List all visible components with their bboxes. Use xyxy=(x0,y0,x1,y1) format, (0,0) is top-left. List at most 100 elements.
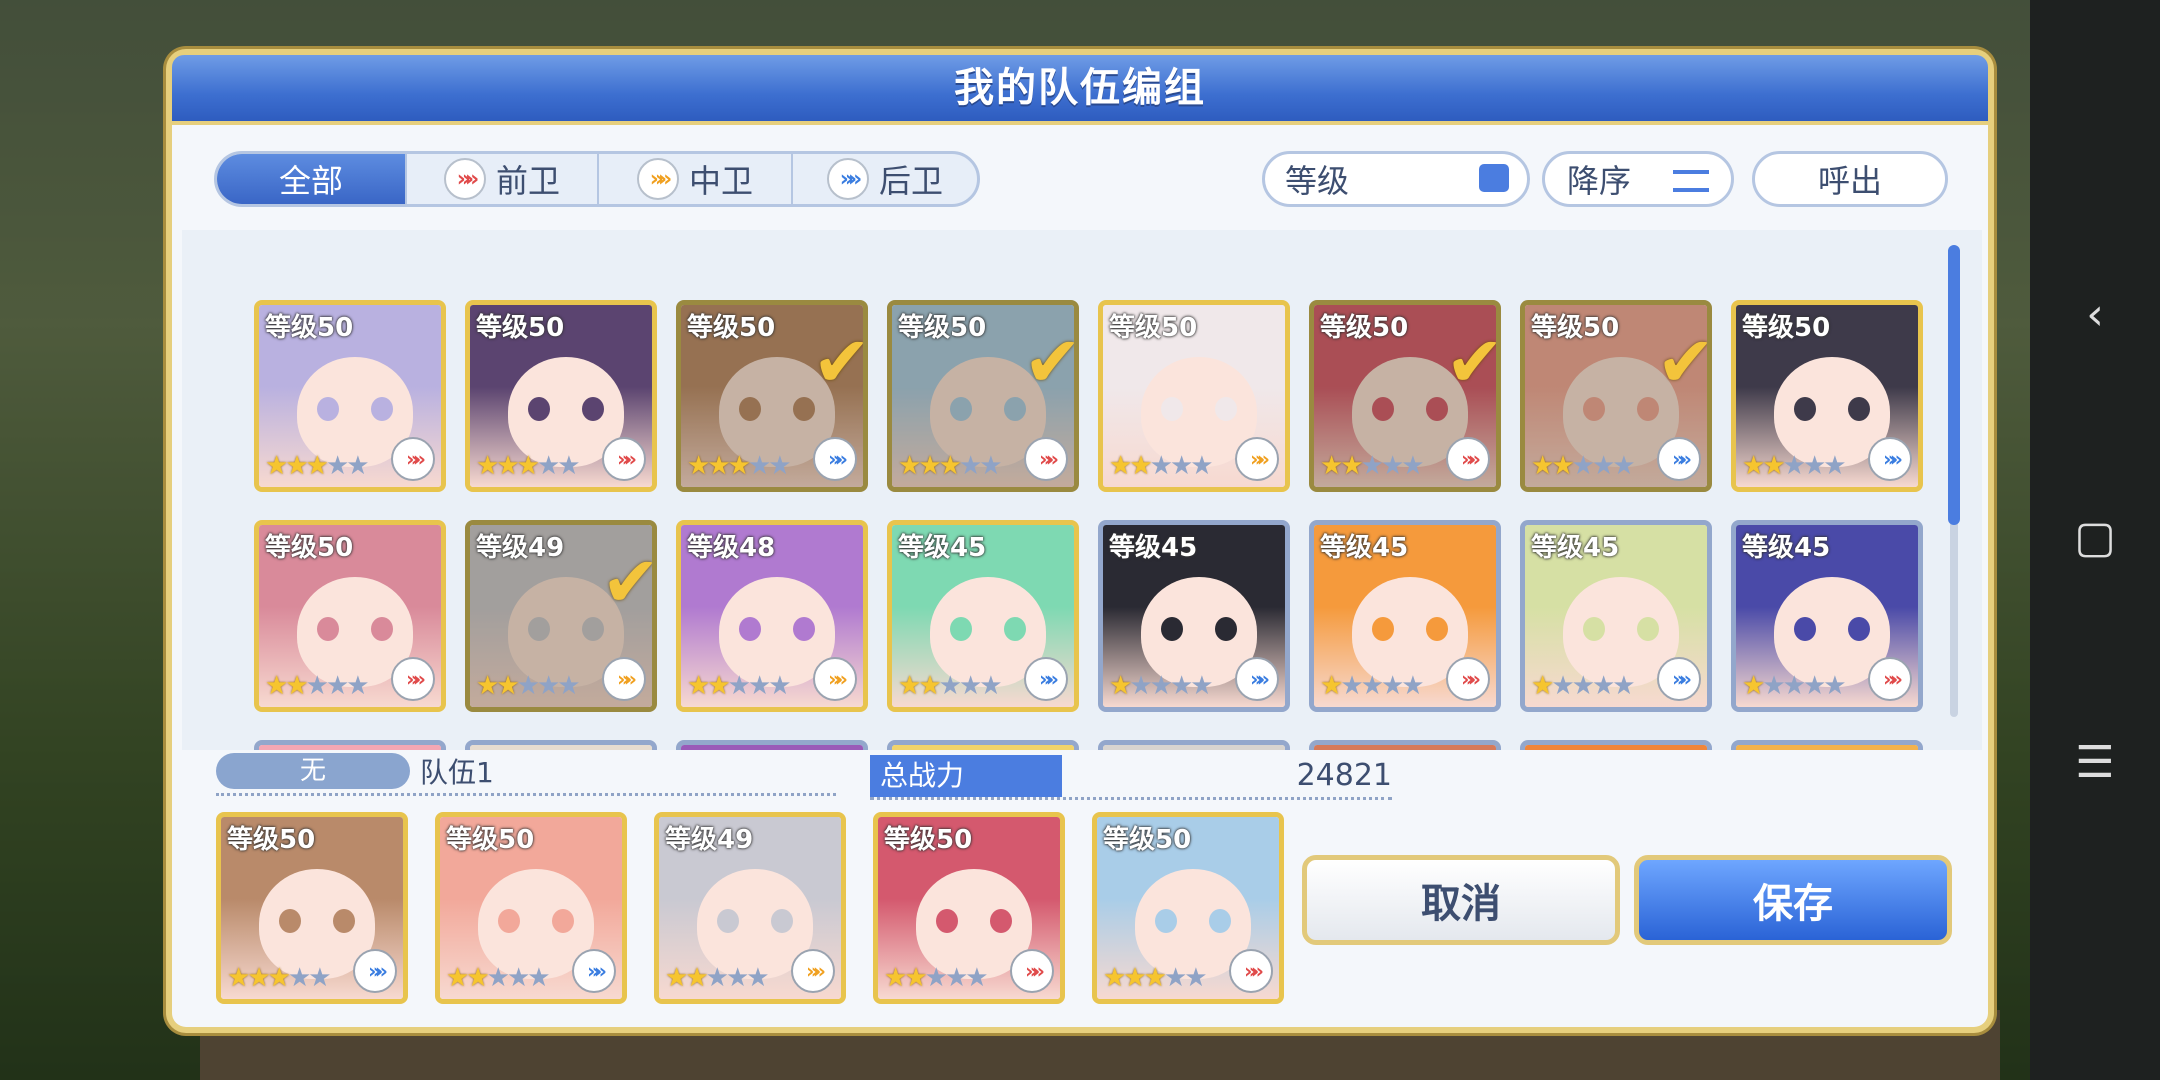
sort-field-button[interactable]: 等级 xyxy=(1262,151,1530,207)
save-button[interactable]: 保存 xyxy=(1634,855,1952,945)
roster-card[interactable]: 等级45 xyxy=(887,740,1079,750)
star-icon: ★ xyxy=(516,451,540,481)
star-rating: ★★★★★ xyxy=(687,451,792,481)
star-rating: ★★★★★ xyxy=(1109,671,1214,701)
roster-card[interactable]: 等级50 ★★★★★»» ✔ xyxy=(1309,300,1501,492)
front-role-icon: »» xyxy=(1446,657,1490,701)
character-eye-right xyxy=(1215,397,1237,421)
sort-order-icon xyxy=(1673,170,1709,192)
roster-card[interactable]: 等级45 xyxy=(676,740,868,750)
star-icon: ★ xyxy=(346,451,369,481)
star-icon: ★ xyxy=(287,963,311,993)
total-power-value: 24821 xyxy=(1296,758,1392,793)
star-icon: ★ xyxy=(979,451,1002,481)
star-icon: ★ xyxy=(1129,671,1152,701)
front-role-icon: »» xyxy=(1868,657,1912,701)
team-member-card[interactable]: 等级50 ★★★★★»» xyxy=(435,812,627,1004)
tab-back-label: 后卫 xyxy=(878,162,943,200)
tab-mid[interactable]: »» 中卫 xyxy=(599,154,793,204)
star-icon: ★ xyxy=(1109,671,1132,701)
cancel-label: 取消 xyxy=(1421,881,1501,927)
call-out-label: 呼出 xyxy=(1817,162,1882,200)
sort-field-icon xyxy=(1479,164,1509,192)
roster-card[interactable]: 等级50 ★★★★★»» xyxy=(254,300,446,492)
star-icon: ★ xyxy=(958,451,982,481)
roster-card[interactable]: 等级50 ★★★★★»» ✔ xyxy=(676,300,868,492)
grid-scrollbar[interactable] xyxy=(1948,245,1960,717)
tab-all[interactable]: 全部 xyxy=(217,154,407,204)
back-icon[interactable]: ‹ xyxy=(2065,285,2125,345)
roster-card[interactable]: 等级50 ★★★★★»» ✔ xyxy=(1520,300,1712,492)
roster-card[interactable]: 等级50 ★★★★★»» xyxy=(254,520,446,712)
roster-card[interactable]: 等级44 xyxy=(1520,740,1712,750)
roster-card[interactable]: 等级45 ★★★★★»» xyxy=(1731,520,1923,712)
roster-card[interactable]: 等级21 xyxy=(1731,740,1923,750)
roster-card[interactable]: 等级45 ★★★★★»» xyxy=(1309,520,1501,712)
star-icon: ★ xyxy=(898,451,921,481)
star-icon: ★ xyxy=(536,451,560,481)
character-level: 等级45 xyxy=(898,533,987,563)
sort-order-button[interactable]: 降序 xyxy=(1542,151,1734,207)
star-icon: ★ xyxy=(958,671,982,701)
cancel-button[interactable]: 取消 xyxy=(1302,855,1620,945)
roster-card[interactable]: 等级45 ★★★★★»» xyxy=(1098,520,1290,712)
selected-check-icon: ✔ xyxy=(1656,321,1712,403)
star-icon: ★ xyxy=(727,671,751,701)
star-icon: ★ xyxy=(727,451,751,481)
selected-check-icon: ✔ xyxy=(1445,321,1501,403)
team-divider xyxy=(216,793,836,796)
star-rating: ★★★★★ xyxy=(265,451,370,481)
star-icon: ★ xyxy=(1591,451,1615,481)
roster-card[interactable]: 等级50 ★★★★★»» xyxy=(465,300,657,492)
roster-card[interactable]: 等级45 xyxy=(1098,740,1290,750)
character-level: 等级50 xyxy=(884,825,973,855)
scrollbar-thumb[interactable] xyxy=(1948,245,1960,525)
tab-mid-label: 中卫 xyxy=(688,162,753,200)
roster-card[interactable]: 等级50 ★★★★★»» xyxy=(1731,300,1923,492)
call-out-button[interactable]: 呼出 xyxy=(1752,151,1948,207)
roster-card[interactable]: 等级48 ★★★★★»» xyxy=(676,520,868,712)
character-grid: 等级50 ★★★★★»» 等级50 ★★★★★»» 等级50 ★★★★★»» ✔ 等级50 ★★… xyxy=(182,230,1982,750)
front-role-icon: »» xyxy=(391,657,435,701)
team-member-card[interactable]: 等级49 ★★★★★»» xyxy=(654,812,846,1004)
team-member-card[interactable]: 等级50 ★★★★★»» xyxy=(1092,812,1284,1004)
star-icon: ★ xyxy=(1184,963,1207,993)
home-icon[interactable]: ▢ xyxy=(2065,508,2125,568)
team-member-card[interactable]: 等级50 ★★★★★»» xyxy=(216,812,408,1004)
star-icon: ★ xyxy=(1340,671,1363,701)
star-icon: ★ xyxy=(285,671,308,701)
star-icon: ★ xyxy=(1401,451,1424,481)
star-icon: ★ xyxy=(918,671,941,701)
star-icon: ★ xyxy=(1103,963,1126,993)
roster-card[interactable]: 等级45 ★★★★★»» xyxy=(1520,520,1712,712)
team-member-card[interactable]: 等级50 ★★★★★»» xyxy=(873,812,1065,1004)
character-eye-right xyxy=(1426,617,1448,641)
front-role-icon: »» xyxy=(1229,949,1273,993)
star-icon: ★ xyxy=(305,671,329,701)
star-icon: ★ xyxy=(685,963,708,993)
roster-card[interactable]: 等级50 ★★★★★»» xyxy=(1098,300,1290,492)
star-rating: ★★★★★ xyxy=(898,671,1003,701)
star-icon: ★ xyxy=(1149,451,1173,481)
roster-card[interactable]: 等级45 xyxy=(465,740,657,750)
character-level: 等级50 xyxy=(1109,313,1198,343)
character-level: 等级50 xyxy=(476,313,565,343)
roster-card[interactable]: 等级44 xyxy=(1309,740,1501,750)
roster-card[interactable]: 等级50 ★★★★★»» ✔ xyxy=(887,300,1079,492)
character-level: 等级50 xyxy=(265,533,354,563)
star-icon: ★ xyxy=(1129,451,1152,481)
character-eye-left xyxy=(498,909,520,933)
tab-front[interactable]: »» 前卫 xyxy=(407,154,599,204)
menu-icon[interactable]: ☰ xyxy=(2065,733,2125,793)
dialog-title: 我的队伍编组 xyxy=(954,65,1206,111)
star-icon: ★ xyxy=(898,671,921,701)
character-level: 等级45 xyxy=(898,747,986,750)
tab-back[interactable]: »» 后卫 xyxy=(793,154,977,204)
roster-card[interactable]: 等级45 xyxy=(254,740,446,750)
star-rating: ★★★★★ xyxy=(1109,451,1214,481)
mid-role-icon: »» xyxy=(791,949,835,993)
star-icon: ★ xyxy=(1109,451,1132,481)
star-icon: ★ xyxy=(1823,451,1846,481)
roster-card[interactable]: 等级49 ★★★★★»» ✔ xyxy=(465,520,657,712)
roster-card[interactable]: 等级45 ★★★★★»» xyxy=(887,520,1079,712)
